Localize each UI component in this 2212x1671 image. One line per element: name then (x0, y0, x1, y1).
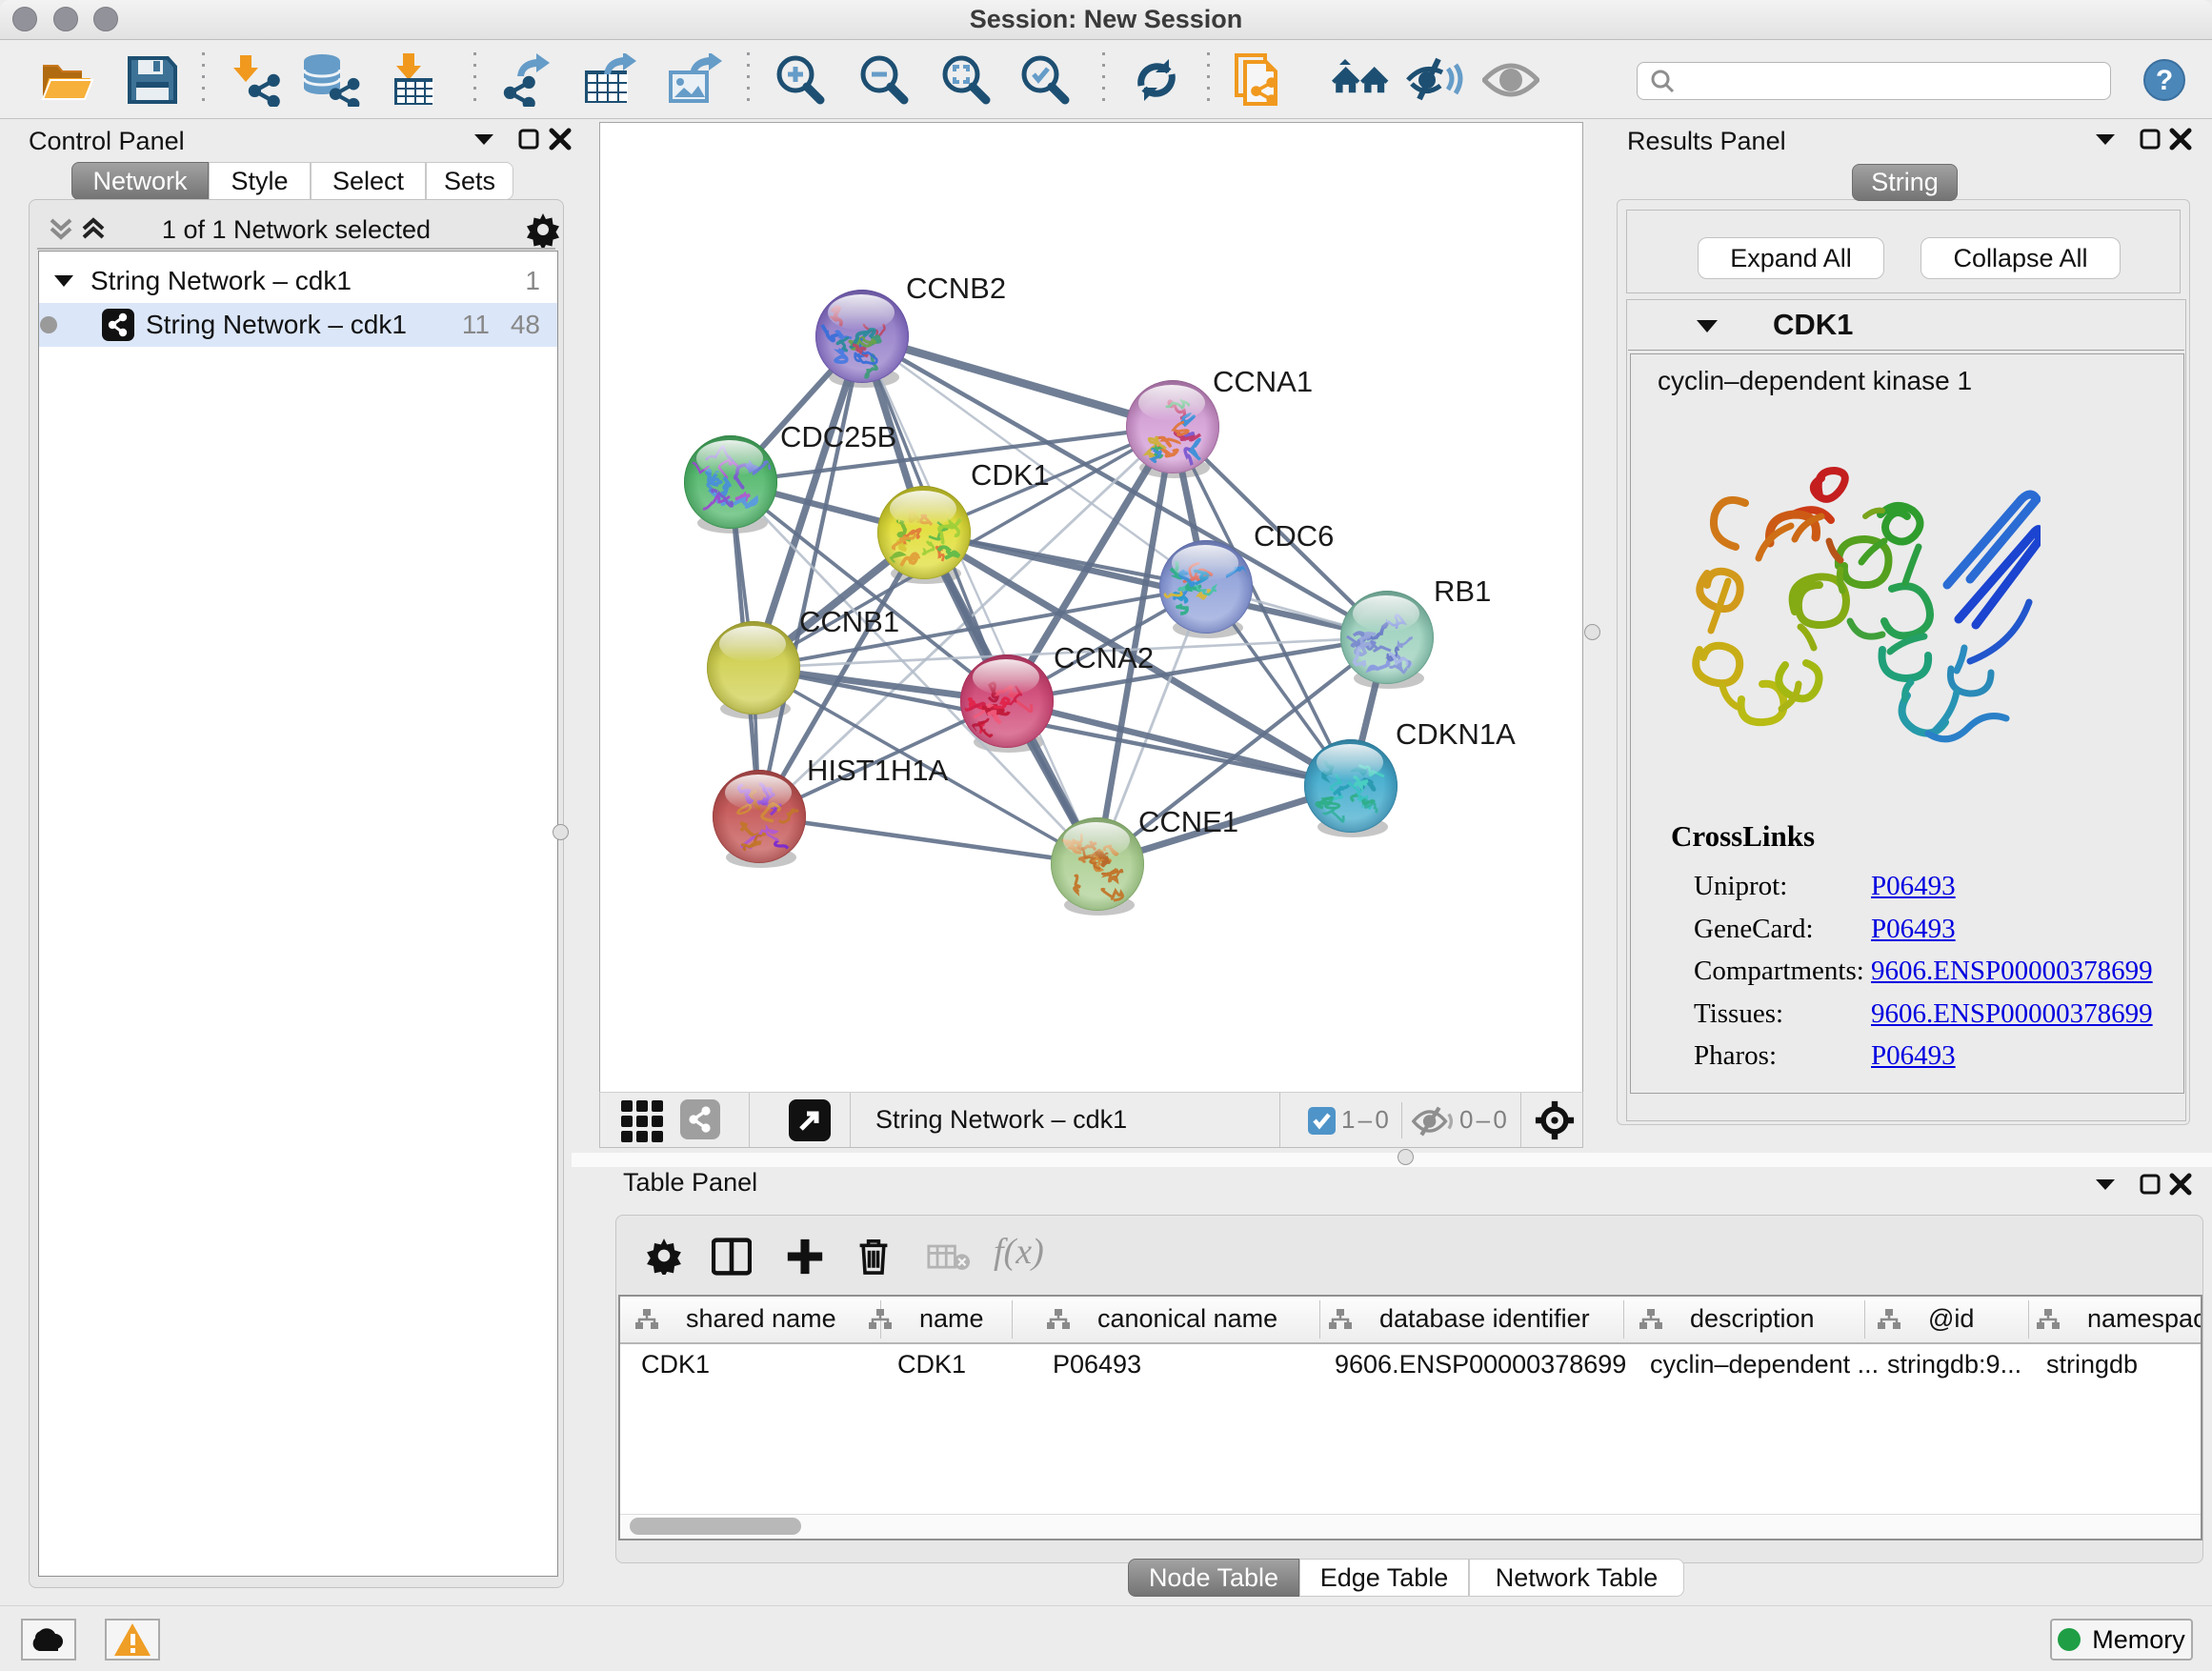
svg-text:?: ? (2156, 65, 2173, 96)
svg-text:CDKN1A: CDKN1A (1396, 717, 1516, 751)
svg-text:CCNA1: CCNA1 (1213, 365, 1313, 398)
svg-text:CCNA2: CCNA2 (1054, 641, 1154, 674)
svg-text:CDK1: CDK1 (971, 458, 1050, 492)
svg-text:CDC25B: CDC25B (780, 420, 896, 453)
svg-text:CCNE1: CCNE1 (1138, 805, 1238, 838)
svg-text:CCNB1: CCNB1 (799, 605, 899, 638)
svg-text:RB1: RB1 (1434, 574, 1491, 608)
svg-text:CDC6: CDC6 (1254, 519, 1334, 553)
svg-text:HIST1H1A: HIST1H1A (807, 754, 948, 787)
svg-text:CCNB2: CCNB2 (906, 272, 1006, 305)
